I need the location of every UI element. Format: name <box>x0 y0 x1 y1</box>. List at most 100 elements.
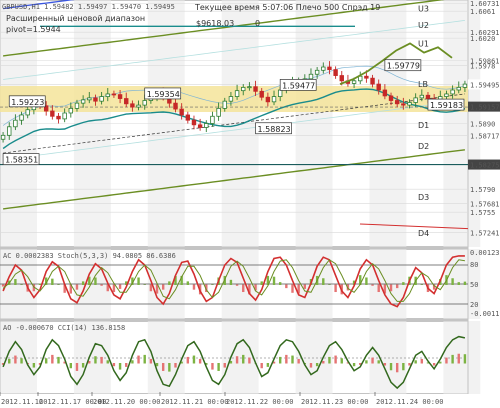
price-axis-tick: 1.58275 <box>470 162 500 170</box>
ao-histogram-bar <box>291 355 294 364</box>
candle-body <box>204 123 209 128</box>
ao-histogram-bar <box>266 363 270 367</box>
candle-body <box>7 126 12 136</box>
price-tag-label: 1.59223 <box>11 98 44 107</box>
chart-symbol-line: GBPUSD,H1 1.59482 1.59497 1.59470 1.5949… <box>2 3 175 11</box>
ao-histogram-bar <box>81 363 85 368</box>
ao-histogram-bar <box>395 363 399 373</box>
ac-histogram-bar <box>94 277 97 285</box>
ac-histogram-bar <box>278 282 282 285</box>
ao-histogram-bar <box>131 360 134 364</box>
ao-histogram-bar <box>451 354 454 364</box>
session-stripe <box>369 321 407 394</box>
ac-histogram-bar <box>389 284 393 292</box>
ac-histogram-bar <box>365 277 368 285</box>
candle-body <box>105 93 110 97</box>
ac-histogram-bar <box>118 284 122 289</box>
ao-histogram-bar <box>192 355 196 364</box>
ao-histogram-bar <box>278 356 282 364</box>
price-tag-label: 1.58351 <box>5 156 38 165</box>
ac-axis-tick: 50 <box>470 281 478 289</box>
candle-body <box>456 86 461 91</box>
ao-histogram-bar <box>432 363 436 366</box>
ao-histogram-bar <box>44 358 48 364</box>
range-note: Расширенный ценовой диапазон <box>6 14 145 23</box>
ac-histogram-bar <box>235 284 239 286</box>
ao-histogram-bar <box>402 363 405 371</box>
candle-body <box>401 103 406 106</box>
ac-histogram-bar <box>149 284 153 292</box>
price-axis-tick: 1.59157 <box>470 104 500 112</box>
ac-histogram-bar <box>402 282 405 285</box>
ao-histogram-bar <box>439 361 442 364</box>
ac-histogram-bar <box>451 278 454 285</box>
time-axis: 2012.11.162012.11.17 00:002012.11.20 00:… <box>0 392 500 408</box>
ac-histogram-bar <box>371 284 374 286</box>
ac-histogram-bar <box>463 281 467 285</box>
ao-histogram-bar <box>445 357 448 364</box>
ao-histogram-bar <box>137 355 140 364</box>
ac-stoch-panel: AC 0.0002383 Stoch(5,3,3) 94.0805 86.638… <box>0 248 500 320</box>
ao-histogram-bar <box>100 356 103 364</box>
ao-histogram-bar <box>168 363 171 372</box>
price-axis-tick: 1.5890 <box>470 121 495 129</box>
time-label: 2012.11.20 00:00 <box>93 398 160 406</box>
ao-histogram-bar <box>125 363 128 367</box>
ac-histogram-bar <box>322 278 325 285</box>
ac-histogram-bar <box>395 284 399 289</box>
ao-histogram-bar <box>186 356 190 364</box>
candle-body <box>259 90 264 98</box>
price-axis-tick: 1.60731 <box>470 0 500 8</box>
orders-count: 0 <box>255 19 260 28</box>
candle-body <box>179 108 184 116</box>
ao-histogram-bar <box>352 363 356 367</box>
ac-histogram-bar <box>81 281 85 285</box>
ao-histogram-bar <box>457 353 460 364</box>
time-label: 2012.11.23 00:00 <box>301 398 368 406</box>
candle-body <box>234 90 240 97</box>
ac-axis-tick: 80 <box>470 261 478 269</box>
level-label: D2 <box>418 142 429 151</box>
candle-body <box>271 96 277 103</box>
ao-histogram-bar <box>75 363 79 371</box>
candle-body <box>419 94 425 99</box>
ao-histogram-bar <box>463 354 467 364</box>
session-stripe <box>443 321 481 394</box>
ao-histogram-bar <box>112 363 116 367</box>
ao-histogram-bar <box>377 360 380 364</box>
candle-body <box>99 96 104 102</box>
candle-body <box>253 86 258 92</box>
candle-body <box>93 97 98 102</box>
ac-histogram-bar <box>377 284 380 293</box>
ao-histogram-bar <box>248 357 251 364</box>
ao-histogram-bar <box>174 363 177 368</box>
candle-body <box>19 114 24 121</box>
candle-body <box>173 102 178 110</box>
account-balance: $9618.03 <box>196 19 234 28</box>
candle-body <box>124 98 129 105</box>
price-axis-tick: 1.59495 <box>470 81 500 89</box>
ao-histogram-bar <box>211 363 214 370</box>
price-tag-label: 1.59354 <box>147 90 180 99</box>
ac-histogram-bar <box>457 282 460 285</box>
level-label: D3 <box>418 193 429 202</box>
candle-body <box>117 94 123 99</box>
ac-histogram-bar <box>57 284 60 285</box>
level-label: LB <box>418 80 428 89</box>
ac-histogram-bar <box>1 284 5 287</box>
candle-body <box>222 100 227 109</box>
ao-histogram-bar <box>322 360 325 364</box>
ac-histogram-bar <box>242 284 245 293</box>
time-label: 2012.11.24 00:00 <box>376 398 443 406</box>
price-axis-tick: 1.5790 <box>470 186 495 194</box>
candle-body <box>191 119 197 126</box>
ao-histogram-bar <box>297 358 300 364</box>
ac-axis-tick: 20 <box>470 301 478 309</box>
level-label: U2 <box>418 21 429 30</box>
ac-histogram-bar <box>75 284 79 290</box>
ao-histogram-bar <box>223 363 226 368</box>
ac-histogram-bar <box>328 284 331 285</box>
price-tag-label: 1.59779 <box>387 62 420 71</box>
ac-histogram-bar <box>260 281 263 285</box>
ao-histogram-bar <box>242 354 245 364</box>
